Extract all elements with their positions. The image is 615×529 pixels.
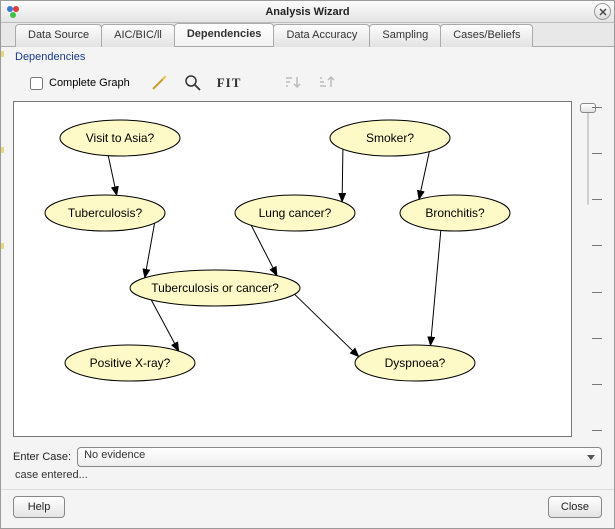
- tab-cases-beliefs[interactable]: Cases/Beliefs: [440, 24, 533, 47]
- graph-edge-smoker-to-bronch: [419, 152, 429, 200]
- window-title: Analysis Wizard: [265, 6, 349, 18]
- window-close-button[interactable]: [594, 3, 611, 20]
- bottom-panel: Enter Case: No evidence case entered...: [1, 443, 614, 489]
- toolbar: Complete Graph FIT: [1, 63, 614, 101]
- tab-data-accuracy[interactable]: Data Accuracy: [273, 24, 370, 47]
- graph-edge-smoker-to-lung: [342, 149, 343, 202]
- analysis-wizard-window: Analysis Wizard Data Source AIC/BIC/ll D…: [0, 0, 615, 529]
- case-status-text: case entered...: [13, 467, 602, 487]
- complete-graph-checkbox[interactable]: [30, 77, 43, 90]
- svg-text:Tuberculosis?: Tuberculosis?: [68, 206, 143, 220]
- graph-node-smoker[interactable]: Smoker?: [330, 120, 450, 156]
- graph-edge-tb_or_ca-to-xray: [151, 300, 178, 351]
- help-button[interactable]: Help: [13, 496, 65, 518]
- graph-node-tb-or-ca[interactable]: Tuberculosis or cancer?: [130, 270, 300, 306]
- tab-sampling[interactable]: Sampling: [369, 24, 441, 47]
- titlebar: Analysis Wizard: [1, 1, 614, 23]
- sort-asc-icon[interactable]: [283, 73, 303, 93]
- app-icon: [5, 4, 21, 20]
- svg-text:Dyspnoea?: Dyspnoea?: [385, 356, 446, 370]
- graph-node-tb[interactable]: Tuberculosis?: [45, 195, 165, 231]
- tab-aic-bic-ll[interactable]: AIC/BIC/ll: [101, 24, 175, 47]
- zoom-icon[interactable]: [183, 73, 203, 93]
- graph-edge-lung-to-tb_or_ca: [251, 225, 277, 275]
- enter-case-value: No evidence: [84, 449, 145, 461]
- complete-graph-label: Complete Graph: [49, 77, 130, 89]
- svg-text:Smoker?: Smoker?: [366, 131, 414, 145]
- enter-case-select[interactable]: No evidence: [77, 447, 602, 467]
- graph-canvas[interactable]: Visit to Asia? Smoker? Tuberculosis? Lung c…: [13, 101, 572, 437]
- svg-text:Lung cancer?: Lung cancer?: [259, 206, 332, 220]
- fit-button[interactable]: FIT: [217, 75, 242, 91]
- dependency-graph: Visit to Asia? Smoker? Tuberculosis? Lung c…: [15, 103, 555, 403]
- close-button[interactable]: Close: [548, 496, 602, 518]
- group-label-dependencies: Dependencies: [1, 47, 614, 63]
- threshold-slider-column: [574, 101, 602, 437]
- tab-bar: Data Source AIC/BIC/ll Dependencies Data…: [1, 23, 614, 47]
- close-icon: [599, 8, 607, 16]
- enter-case-label: Enter Case:: [13, 451, 71, 463]
- graph-edge-tb_or_ca-to-dysp: [295, 294, 359, 356]
- graph-node-lung[interactable]: Lung cancer?: [235, 195, 355, 231]
- svg-text:Bronchitis?: Bronchitis?: [425, 206, 485, 220]
- graph-edge-bronch-to-dysp: [430, 230, 440, 345]
- wand-icon[interactable]: [149, 73, 169, 93]
- graph-node-dysp[interactable]: Dyspnoea?: [355, 345, 475, 381]
- graph-node-bronch[interactable]: Bronchitis?: [400, 195, 510, 231]
- graph-node-xray[interactable]: Positive X-ray?: [65, 345, 195, 381]
- tab-data-source[interactable]: Data Source: [15, 24, 102, 47]
- sort-desc-icon[interactable]: [317, 73, 337, 93]
- graph-edge-tb-to-tb_or_ca: [145, 223, 155, 278]
- svg-text:Tuberculosis or cancer?: Tuberculosis or cancer?: [151, 281, 279, 295]
- slider-ticks: [588, 101, 602, 437]
- svg-text:Positive X-ray?: Positive X-ray?: [90, 356, 171, 370]
- graph-edge-visit_asia-to-tb: [108, 156, 117, 196]
- graph-node-visit-asia[interactable]: Visit to Asia?: [60, 120, 180, 156]
- footer: Help Close: [1, 489, 614, 528]
- complete-graph-checkbox-wrap[interactable]: Complete Graph: [25, 74, 135, 93]
- tab-dependencies[interactable]: Dependencies: [174, 23, 275, 46]
- svg-text:Visit to Asia?: Visit to Asia?: [86, 131, 155, 145]
- canvas-area: Visit to Asia? Smoker? Tuberculosis? Lung c…: [13, 101, 602, 437]
